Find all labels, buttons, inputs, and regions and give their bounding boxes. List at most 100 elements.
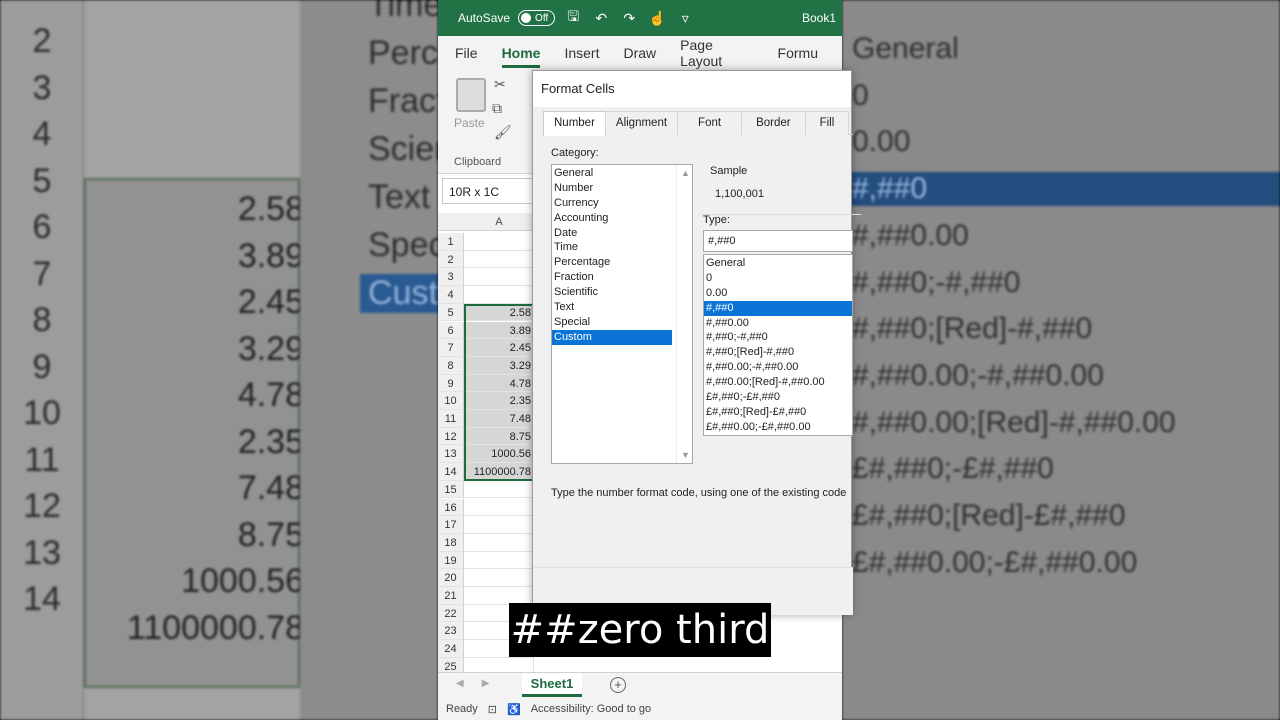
category-item[interactable]: Text	[552, 300, 672, 315]
category-item[interactable]: Custom	[552, 329, 672, 345]
row-header[interactable]: 20	[438, 569, 464, 587]
copy-icon[interactable]: ⧉	[492, 100, 502, 117]
tab-home[interactable]: Home	[501, 45, 540, 68]
row-header[interactable]: 6	[438, 321, 464, 340]
type-input[interactable]: #,##0	[703, 230, 853, 252]
type-item[interactable]: £#,##0;[Red]-£#,##0	[704, 405, 852, 420]
cell-a7[interactable]: 2.45	[464, 339, 534, 357]
row-header[interactable]: 13	[438, 445, 464, 464]
type-item[interactable]: £#,##0;-£#,##0	[704, 390, 852, 405]
tab-alignment[interactable]: Alignment	[604, 111, 679, 135]
row-header[interactable]: 24	[438, 640, 464, 658]
cell-a5[interactable]: 2.58	[464, 303, 534, 322]
type-item[interactable]: #,##0.00	[704, 316, 852, 331]
type-item[interactable]: #,##0	[704, 300, 852, 316]
cell-a8[interactable]: 3.29	[464, 356, 534, 375]
row-header[interactable]: 14	[438, 463, 464, 481]
row-header[interactable]: 8	[438, 356, 464, 375]
type-item[interactable]: #,##0;[Red]-#,##0	[704, 345, 852, 360]
category-item[interactable]: Time	[552, 240, 672, 255]
cell-a3[interactable]	[464, 268, 534, 287]
type-item[interactable]: £#,##0.00;-£#,##0.00	[704, 420, 852, 435]
sheet-tab-sheet1[interactable]: Sheet1	[522, 673, 582, 697]
row-header[interactable]: 22	[438, 604, 464, 623]
cell-a16[interactable]	[464, 498, 534, 517]
column-header-a[interactable]: A	[464, 216, 534, 228]
tab-fill[interactable]: Fill	[804, 111, 850, 135]
row-header[interactable]: 11	[438, 410, 464, 428]
category-list[interactable]: General Number Currency Accounting Date Time P…	[551, 164, 693, 464]
type-item[interactable]: #,##0.00;-#,##0.00	[704, 360, 852, 375]
row-header[interactable]: 5	[438, 303, 464, 322]
cell-a2[interactable]	[464, 250, 534, 269]
row-header[interactable]: 18	[438, 533, 464, 552]
save-icon[interactable]: 🖫	[563, 6, 583, 30]
type-item[interactable]: #,##0;-#,##0	[704, 330, 852, 345]
category-item[interactable]: Accounting	[552, 211, 672, 226]
type-item[interactable]: 0.00	[704, 286, 852, 301]
tab-file[interactable]: File	[455, 45, 478, 61]
type-item[interactable]: 0	[704, 271, 852, 286]
row-header[interactable]: 2	[438, 250, 464, 269]
cell-a20[interactable]	[464, 569, 534, 587]
scroll-down-icon[interactable]: ▼	[681, 450, 690, 460]
cell-a19[interactable]	[464, 551, 534, 570]
tab-page-layout[interactable]: Page Layout	[680, 37, 753, 69]
row-header[interactable]: 16	[438, 498, 464, 517]
category-item[interactable]: Date	[552, 226, 672, 241]
cell-a14[interactable]: 1100000.78	[464, 463, 534, 481]
row-header[interactable]: 21	[438, 587, 464, 605]
row-header[interactable]: 4	[438, 286, 464, 304]
cell-a10[interactable]: 2.35	[464, 392, 534, 410]
row-header[interactable]: 17	[438, 516, 464, 534]
row-header[interactable]: 9	[438, 374, 464, 393]
category-item[interactable]: Fraction	[552, 270, 672, 285]
type-item[interactable]: General	[704, 256, 852, 271]
format-painter-icon[interactable]: 🖌	[494, 124, 512, 141]
cell-a18[interactable]	[464, 533, 534, 552]
category-item[interactable]: Number	[552, 181, 672, 196]
category-item[interactable]: Scientific	[552, 285, 672, 300]
row-header[interactable]: 23	[438, 622, 464, 641]
customize-qat-icon[interactable]: ▿	[675, 10, 695, 27]
accessibility-status[interactable]: Accessibility: Good to go	[531, 703, 651, 715]
row-header[interactable]: 3	[438, 268, 464, 287]
touch-mode-icon[interactable]: ☝	[647, 10, 667, 27]
tab-border[interactable]: Border	[741, 111, 806, 135]
paste-icon[interactable]	[456, 78, 486, 112]
cell-a11[interactable]: 7.48	[464, 410, 534, 428]
cell-a15[interactable]	[464, 480, 534, 499]
category-item[interactable]: Currency	[552, 196, 672, 211]
category-item[interactable]: Special	[552, 315, 672, 330]
cell-a17[interactable]	[464, 516, 534, 534]
row-header[interactable]: 7	[438, 339, 464, 357]
name-box[interactable]: 10R x 1C	[442, 178, 534, 204]
type-item[interactable]: #,##0.00;[Red]-#,##0.00	[704, 375, 852, 390]
cell-a1[interactable]	[464, 233, 534, 251]
cell-a13[interactable]: 1000.56	[464, 445, 534, 464]
cell-a12[interactable]: 8.75	[464, 427, 534, 446]
tab-draw[interactable]: Draw	[623, 45, 656, 61]
type-list[interactable]: General 0 0.00 #,##0 #,##0.00 #,##0;-#,##0 #,#…	[703, 254, 853, 436]
autosave-toggle[interactable]: Off	[518, 10, 556, 26]
macro-record-icon[interactable]: ⊡	[488, 703, 497, 716]
scroll-up-icon[interactable]: ▲	[681, 168, 690, 178]
cell-a6[interactable]: 3.89	[464, 321, 534, 340]
tab-number[interactable]: Number	[543, 111, 606, 136]
cell-a4[interactable]	[464, 286, 534, 304]
tab-font[interactable]: Font	[677, 111, 743, 135]
category-item[interactable]: Percentage	[552, 255, 672, 270]
cell-a9[interactable]: 4.78	[464, 374, 534, 393]
sheet-nav-arrows[interactable]: ◀▶	[456, 678, 507, 689]
tab-formulas[interactable]: Formu	[778, 45, 818, 61]
cut-icon[interactable]: ✂	[494, 76, 506, 93]
paste-label[interactable]: Paste	[454, 116, 485, 130]
row-header[interactable]: 12	[438, 427, 464, 446]
redo-icon[interactable]: ↷	[619, 10, 639, 27]
row-header[interactable]: 15	[438, 480, 464, 499]
category-item[interactable]: General	[552, 166, 672, 181]
add-sheet-icon[interactable]: +	[610, 677, 626, 693]
category-scrollbar[interactable]: ▲ ▼	[676, 165, 692, 463]
row-header[interactable]: 1	[438, 233, 464, 251]
undo-icon[interactable]: ↶	[591, 10, 611, 27]
